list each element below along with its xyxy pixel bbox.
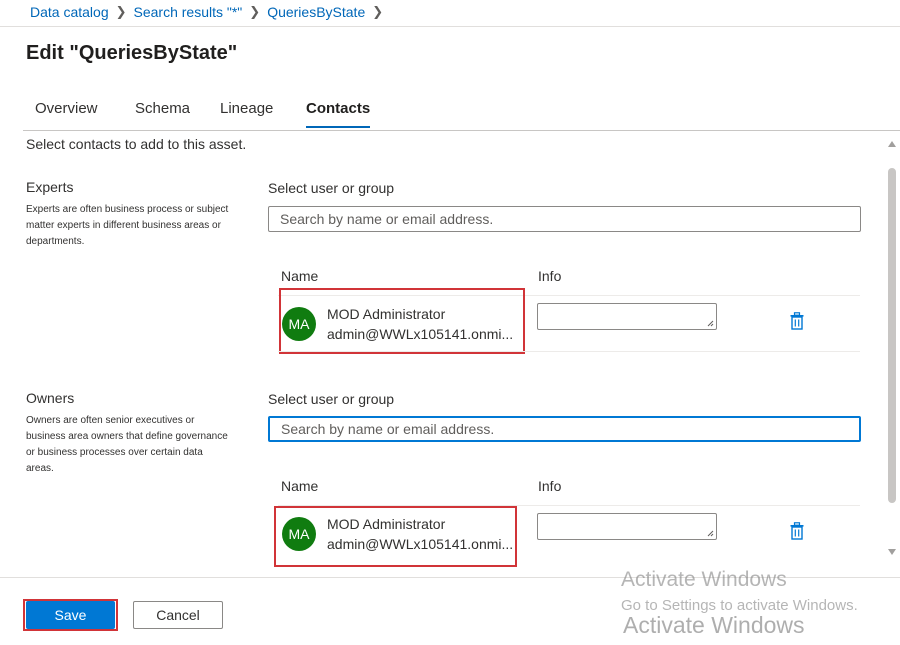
cancel-button[interactable]: Cancel (133, 601, 223, 629)
contact-highlight-box (279, 288, 525, 354)
trash-icon[interactable] (789, 312, 805, 330)
chevron-right-icon: ❯ (249, 4, 261, 19)
owners-col-name: Name (281, 478, 319, 494)
resize-grip-icon (707, 530, 714, 537)
chevron-right-icon: ❯ (372, 4, 384, 19)
experts-search-input[interactable] (268, 206, 861, 232)
owners-select-label: Select user or group (268, 391, 395, 407)
activation-watermark-title-duplicate: Activate Windows (623, 612, 805, 638)
contact-highlight-box (274, 506, 517, 567)
breadcrumb-data-catalog[interactable]: Data catalog (30, 4, 109, 20)
owners-info-field[interactable] (537, 513, 717, 540)
scrollbar-thumb[interactable] (888, 168, 896, 503)
owners-description: Owners are often senior executives or bu… (26, 415, 228, 474)
chevron-right-icon: ❯ (115, 4, 127, 19)
experts-row-bottom-line (278, 351, 860, 352)
experts-title: Experts (26, 179, 74, 195)
breadcrumb-search-results[interactable]: Search results "*" (134, 4, 243, 20)
intro-text: Select contacts to add to this asset. (26, 136, 247, 152)
active-tab-indicator (306, 126, 370, 128)
owners-title: Owners (26, 390, 75, 406)
scroll-down-icon[interactable] (887, 547, 897, 557)
activation-watermark-title: Activate Windows (621, 568, 787, 591)
tabs-divider (23, 130, 900, 131)
owners-col-info: Info (538, 478, 562, 494)
tab-schema[interactable]: Schema (135, 100, 190, 117)
experts-info-field[interactable] (537, 303, 717, 330)
save-button[interactable]: Save (26, 601, 115, 629)
tab-overview[interactable]: Overview (35, 100, 98, 117)
resize-grip-icon (707, 320, 714, 327)
tab-lineage[interactable]: Lineage (220, 100, 273, 117)
breadcrumb-queries-by-state[interactable]: QueriesByState (267, 4, 365, 20)
experts-description: Experts are often business process or su… (26, 204, 229, 247)
owners-search-input[interactable] (268, 416, 861, 442)
experts-col-name: Name (281, 268, 319, 284)
page-title: Edit "QueriesByState" (26, 42, 238, 64)
header-divider (0, 26, 900, 27)
tab-contacts[interactable]: Contacts (306, 100, 370, 117)
experts-select-label: Select user or group (268, 180, 395, 196)
trash-icon[interactable] (789, 522, 805, 540)
breadcrumb: Data catalog ❯ Search results "*" ❯ Quer… (30, 3, 390, 21)
experts-col-info: Info (538, 268, 562, 284)
scroll-up-icon[interactable] (887, 139, 897, 149)
